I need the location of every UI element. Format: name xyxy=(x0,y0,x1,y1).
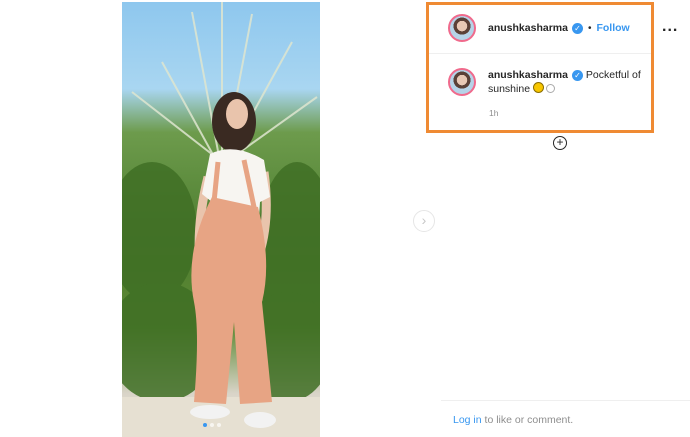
add-icon[interactable]: + xyxy=(553,136,567,150)
login-prompt: Log in to like or comment. xyxy=(453,414,573,426)
header-divider xyxy=(429,53,651,54)
carousel-dot xyxy=(210,423,214,427)
carousel-indicator xyxy=(203,423,221,427)
plus-icon: + xyxy=(556,135,564,149)
separator: • xyxy=(587,22,592,34)
caption-avatar[interactable] xyxy=(448,68,476,96)
photo-illustration xyxy=(122,2,320,437)
login-link[interactable]: Log in xyxy=(453,414,482,426)
caption-body: anushkasharma ✓ Pocketful of sunshine xyxy=(488,68,648,96)
media-pane: › xyxy=(0,0,442,437)
instagram-post-modal: › anushkasharma ✓ • Follow ... anushkash… xyxy=(0,0,690,437)
caption-comment: anushkasharma ✓ Pocketful of sunshine xyxy=(448,68,648,96)
next-slide-button[interactable]: › xyxy=(413,210,435,232)
post-timestamp[interactable]: 1h xyxy=(489,108,498,118)
follow-button[interactable]: Follow xyxy=(596,22,629,34)
avatar[interactable] xyxy=(448,14,476,42)
footer-divider xyxy=(441,400,690,401)
sparkle-emoji-icon xyxy=(546,84,556,93)
header-username[interactable]: anushkasharma xyxy=(488,22,568,34)
carousel-dot-active xyxy=(203,423,207,427)
sun-emoji-icon xyxy=(533,82,545,93)
caption-username[interactable]: anushkasharma xyxy=(488,69,568,81)
post-header: anushkasharma ✓ • Follow xyxy=(448,13,630,43)
verified-badge-icon: ✓ xyxy=(571,22,583,34)
login-prompt-text: to like or comment. xyxy=(481,414,574,426)
chevron-right-icon: › xyxy=(421,212,427,228)
carousel-dot xyxy=(217,423,221,427)
verified-badge-icon: ✓ xyxy=(571,70,583,81)
post-photo[interactable] xyxy=(122,2,320,437)
more-options-icon[interactable]: ... xyxy=(662,18,678,36)
